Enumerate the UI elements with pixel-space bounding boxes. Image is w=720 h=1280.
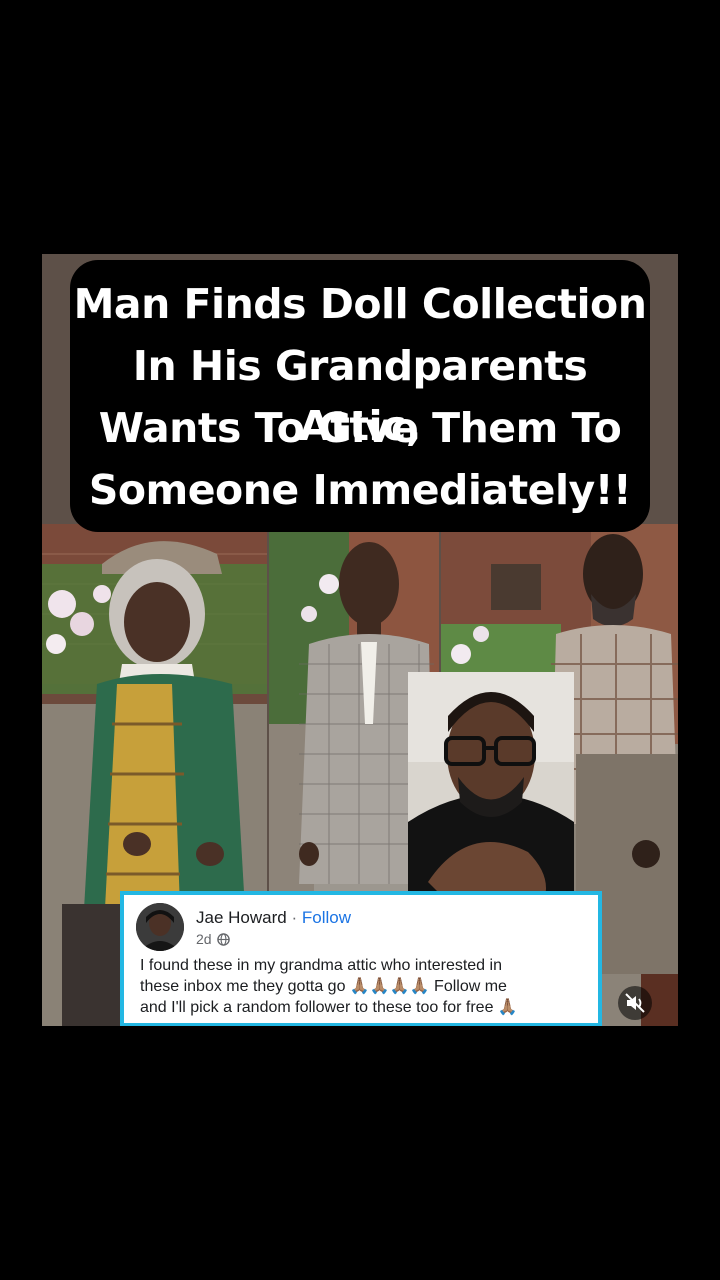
follow-link[interactable]: Follow xyxy=(302,908,351,927)
headline-banner: Man Finds Doll Collection In His Grandpa… xyxy=(70,260,650,532)
globe-icon xyxy=(217,933,231,949)
headline-line-4: Someone Immediately!! xyxy=(88,466,632,514)
post-text-line: these inbox me they gotta go 🙏🏽🙏🏽🙏🏽🙏🏽 Fo… xyxy=(140,978,507,995)
video-frame[interactable]: Man Finds Doll Collection In His Grandpa… xyxy=(42,254,678,1026)
presenter-video xyxy=(408,672,574,924)
author-name[interactable]: Jae Howard xyxy=(196,908,287,927)
facebook-post-card[interactable]: Jae Howard · Follow 2d I found these in … xyxy=(120,891,602,1026)
muted-speaker-icon xyxy=(618,993,652,1024)
post-meta: 2d xyxy=(196,931,231,949)
headline-line-3: Wants To Give Them To xyxy=(98,404,622,452)
author-avatar[interactable] xyxy=(136,903,184,951)
post-time: 2d xyxy=(196,931,212,947)
post-header: Jae Howard · Follow xyxy=(196,908,351,928)
header-separator: · xyxy=(291,908,298,927)
headline-line-1: Man Finds Doll Collection xyxy=(73,280,647,328)
post-text: I found these in my grandma attic who in… xyxy=(140,955,590,1018)
mute-button[interactable] xyxy=(618,986,652,1020)
post-text-line: I found these in my grandma attic who in… xyxy=(140,957,502,974)
post-text-line: and I'll pick a random follower to these… xyxy=(140,999,518,1016)
